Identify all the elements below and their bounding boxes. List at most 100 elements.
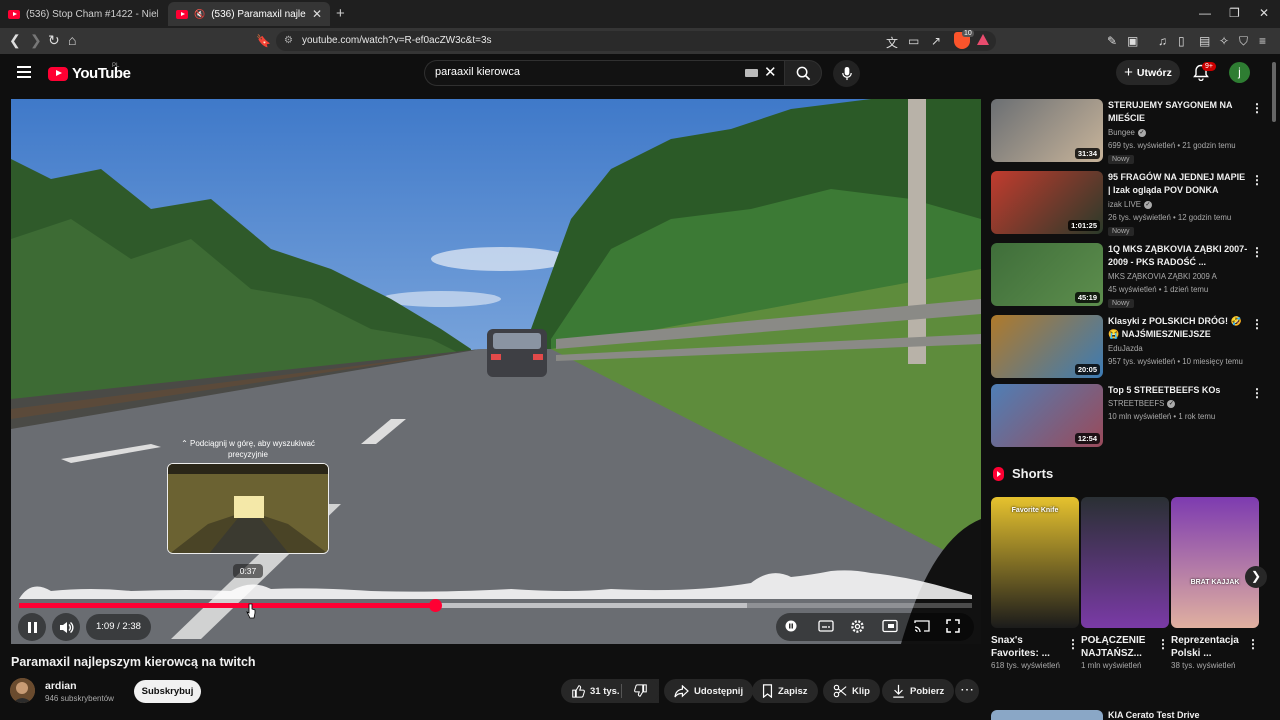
scrollbar-thumb[interactable] [1272,62,1276,122]
vpn-icon[interactable]: ⛉ [1239,34,1248,49]
back-icon[interactable]: ❮ [9,32,21,49]
recommendation-thumbnail[interactable]: 31:34 [991,99,1103,162]
recommendation-channel[interactable]: Bungee ✓ [1108,128,1146,137]
close-window-icon[interactable]: ✕ [1259,6,1269,20]
recommendation-channel[interactable]: izak LIVE ✓ [1108,200,1152,209]
guide-menu-icon[interactable] [17,66,31,78]
short-item[interactable]: Favorite Knife Snax's Favorites: ... 618 t… [991,497,1079,672]
recommendation-title[interactable]: Top 5 STREETBEEFS KOs [1108,384,1248,397]
home-icon[interactable]: ⌂ [68,32,76,48]
channel-avatar[interactable] [10,678,35,703]
download-button[interactable]: Pobierz [882,679,955,703]
muted-speaker-icon[interactable]: 🔇 [194,9,205,20]
forward-icon[interactable]: ❯ [30,32,42,49]
recommendation-item[interactable]: 45:19 1Q MKS ZĄBKOVIA ZĄBKI 2007-2009 - P… [991,243,1271,308]
short-thumbnail[interactable] [1081,497,1169,628]
recommendation-title[interactable]: STERUJEMY SAYGONEM NA MIEŚCIE [1108,99,1248,125]
subtitles-button[interactable] [818,619,834,638]
wallet-icon[interactable]: ▤ [1199,34,1210,48]
media-icon[interactable]: ♫ [1158,34,1167,48]
short-thumbnail[interactable]: BRAT KAJJAK [1171,497,1259,628]
recommendation-thumbnail[interactable]: 45:19 [991,243,1103,306]
more-options-icon[interactable]: ⋮ [1067,637,1079,651]
screenshot-icon[interactable]: ▣ [1127,34,1138,48]
subscribe-button[interactable]: Subskrybuj [134,680,201,703]
recommendation-thumbnail[interactable]: 20:05 [991,315,1103,378]
short-item[interactable]: BRAT KAJJAK Reprezentacja Polski ... 38 ty… [1171,497,1259,672]
more-options-icon[interactable]: ⋮ [1251,101,1263,115]
reload-icon[interactable]: ↻ [48,32,60,49]
logo-text: YouTube [72,65,131,82]
recommendation-thumbnail[interactable]: 12:54 [991,384,1103,447]
recommendation-channel[interactable]: EduJazda [1108,344,1143,353]
browser-tab-2-active[interactable]: 🔇 (536) Paramaxil najlepszym k ✕ [168,2,330,26]
recommendation-title[interactable]: Klasyki z POLSKICH DRÓG! 🤣 😭 NAJŚMIESZNI… [1108,315,1248,341]
short-title[interactable]: Reprezentacja Polski ... [1171,634,1243,660]
new-tab-icon[interactable]: + [336,5,345,22]
keyboard-icon[interactable] [745,69,758,77]
short-title[interactable]: Snax's Favorites: ... [991,634,1063,660]
more-actions-button[interactable]: ⋯ [955,679,979,703]
browser-menu-icon[interactable]: ≡ [1259,34,1266,48]
clip-button[interactable]: Klip [823,679,880,703]
create-button[interactable]: + Utwórz [1116,60,1180,85]
cast-icon[interactable]: ▭ [908,34,919,48]
clear-search-icon[interactable]: ✕ [764,63,777,81]
dislike-button[interactable] [622,679,659,703]
shorts-next-button[interactable]: ❯ [1245,566,1267,588]
recommendation-title[interactable]: 1Q MKS ZĄBKOVIA ZĄBKI 2007-2009 - PKS RA… [1108,243,1248,269]
minimize-icon[interactable]: — [1199,6,1211,20]
account-avatar[interactable]: j [1229,62,1250,83]
recommendation-meta: 26 tys. wyświetleń • 12 godzin temu [1108,213,1232,222]
recommendation-title[interactable]: 95 FRAGÓW NA JEDNEJ MAPIE | Izak ogląda … [1108,171,1248,197]
restore-icon[interactable]: ❐ [1229,6,1240,20]
translate-icon[interactable]: 文 [886,34,898,51]
pause-icon [27,621,31,633]
progress-bar[interactable] [19,599,972,612]
settings-button[interactable] [850,619,865,639]
recommendation-thumbnail-partial[interactable] [991,710,1103,720]
extensions-icon[interactable]: ✎ [1107,34,1117,48]
recommendation-item[interactable]: 1:01:25 95 FRAGÓW NA JEDNEJ MAPIE | Izak … [991,171,1271,236]
bookmark-icon[interactable]: 🔖 [256,34,271,48]
recommendation-item[interactable]: 12:54 Top 5 STREETBEEFS KOs STREETBEEFS ✓ 10… [991,384,1271,448]
browser-tab-1[interactable]: (536) Stop Cham #1422 - Niebezpieczn [0,2,166,26]
video-player[interactable] [11,99,981,644]
brave-rewards-icon[interactable] [977,34,989,45]
recommendation-item[interactable]: 31:34 STERUJEMY SAYGONEM NA MIEŚCIE Bungee… [991,99,1271,164]
recommendation-channel[interactable]: STREETBEEFS ✓ [1108,399,1176,408]
more-options-icon[interactable]: ⋮ [1251,386,1263,400]
save-button[interactable]: Zapisz [752,679,818,703]
search-button[interactable] [784,60,822,86]
recommendation-thumbnail[interactable]: 1:01:25 [991,171,1103,234]
recommendation-channel[interactable]: MKS ZĄBKOVIA ZĄBKI 2009 A [1108,272,1217,281]
more-options-icon[interactable]: ⋮ [1251,245,1263,259]
sidebar-icon[interactable]: ▯ [1178,34,1185,48]
progress-scrubber-handle[interactable] [429,599,443,612]
autoplay-toggle[interactable] [784,619,798,638]
recommendation-title-partial[interactable]: KIA Cerato Test Drive [1108,710,1200,720]
miniplayer-button[interactable] [882,619,898,638]
short-title[interactable]: POŁĄCZENIE NAJTAŃSZ... [1081,634,1153,660]
site-settings-icon[interactable]: ⚙ [284,35,293,46]
leo-ai-icon[interactable]: ✧ [1219,34,1229,48]
more-options-icon[interactable]: ⋮ [1247,637,1259,651]
pause-button[interactable] [18,613,46,641]
volume-button[interactable] [52,613,80,641]
search-icon [796,66,810,80]
recommendation-item[interactable]: 20:05 Klasyki z POLSKICH DRÓG! 🤣 😭 NAJŚMI… [991,315,1271,379]
search-input[interactable]: paraaxil kierowca [424,60,785,86]
more-options-icon[interactable]: ⋮ [1251,317,1263,331]
more-options-icon[interactable]: ⋮ [1157,637,1169,651]
cast-button[interactable] [914,619,930,638]
short-item[interactable]: POŁĄCZENIE NAJTAŃSZ... 1 mln wyświetleń ⋮ [1081,497,1169,672]
share-icon[interactable]: ↗ [931,34,941,48]
more-options-icon[interactable]: ⋮ [1251,173,1263,187]
share-button[interactable]: Udostępnij [664,679,754,703]
short-thumbnail[interactable]: Favorite Knife [991,497,1079,628]
close-tab-icon[interactable]: ✕ [312,7,322,21]
thumbs-down-icon [634,684,647,697]
fullscreen-button[interactable] [946,619,960,638]
channel-name[interactable]: ardian [45,680,77,692]
voice-search-button[interactable] [833,60,860,87]
